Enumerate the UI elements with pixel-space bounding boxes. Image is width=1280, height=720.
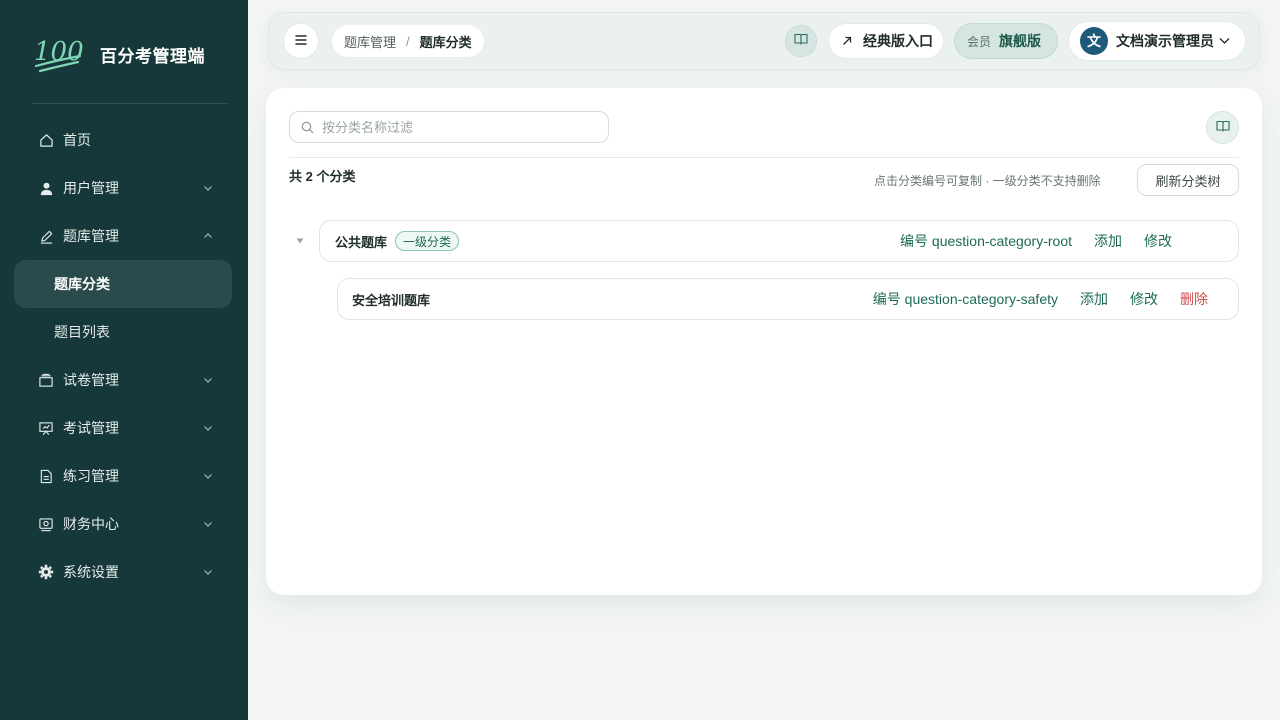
brand-title: 百分考管理端 — [100, 46, 205, 66]
add-button[interactable]: 添加 — [1094, 231, 1122, 251]
search-input[interactable] — [322, 119, 592, 135]
search-icon — [300, 120, 314, 134]
chevron-down-icon — [202, 182, 214, 194]
sidebar: 100 百分考管理端 首页 用户管理 题库管理 题库分类 题目列表 试卷管理 考… — [0, 0, 248, 720]
breadcrumb-separator: / — [406, 33, 410, 49]
breadcrumb-parent[interactable]: 题库管理 — [344, 32, 396, 51]
sidebar-item-finance[interactable]: 财务中心 — [14, 500, 232, 548]
category-name: 公共题库 — [335, 234, 388, 250]
chevron-down-icon — [202, 566, 214, 578]
sidebar-item-users[interactable]: 用户管理 — [14, 164, 232, 212]
member-tier: 旗舰版 — [999, 33, 1042, 49]
category-card: 共 2 个分类 点击分类编号可复制 · 一级分类不支持删除 刷新分类树 公共题库… — [266, 88, 1262, 595]
level-badge: 一级分类 — [395, 231, 460, 251]
category-code[interactable]: 编号 question-category-safety — [873, 289, 1058, 309]
sidebar-item-label: 题库管理 — [63, 228, 119, 244]
sidebar-item-label: 试卷管理 — [63, 372, 119, 388]
edit-button[interactable]: 修改 — [1130, 289, 1158, 309]
chevron-down-icon — [202, 422, 214, 434]
sidebar-item-settings[interactable]: 系统设置 — [14, 548, 232, 596]
classic-version-button[interactable]: 经典版入口 — [828, 23, 944, 59]
sidebar-item-label: 首页 — [63, 132, 91, 148]
user-menu[interactable]: 文 文档演示管理员 — [1068, 21, 1246, 61]
arrow-up-right-icon — [841, 35, 853, 47]
sidebar-nav: 首页 用户管理 题库管理 题库分类 题目列表 试卷管理 考试管理 练习管理 财务… — [14, 116, 232, 596]
home-icon — [38, 132, 54, 148]
book-icon — [1215, 119, 1230, 137]
row-actions: 编号 question-category-safety 添加 修改 删除 — [873, 279, 1208, 319]
caret-down-icon[interactable] — [295, 236, 305, 246]
document-icon — [38, 468, 54, 484]
sidebar-item-question-list[interactable]: 题目列表 — [14, 308, 232, 356]
menu-toggle-button[interactable] — [283, 23, 319, 59]
sidebar-item-label: 题目列表 — [54, 324, 110, 340]
sidebar-item-label: 考试管理 — [63, 420, 119, 436]
add-button[interactable]: 添加 — [1080, 289, 1108, 309]
avatar: 文 — [1080, 27, 1108, 55]
category-filter — [289, 111, 609, 143]
hamburger-icon — [295, 32, 307, 50]
delete-button[interactable]: 删除 — [1180, 289, 1208, 309]
category-count: 共 2 个分类 — [289, 169, 356, 184]
sidebar-item-label: 用户管理 — [63, 180, 119, 196]
row-actions: 编号 question-category-root 添加 修改 — [900, 221, 1172, 261]
user-name: 文档演示管理员 — [1116, 33, 1214, 49]
guide-button[interactable] — [1206, 111, 1239, 144]
brand[interactable]: 100 百分考管理端 — [32, 32, 205, 76]
finance-icon — [38, 516, 54, 532]
sidebar-item-home[interactable]: 首页 — [14, 116, 232, 164]
membership-badge[interactable]: 会员 旗舰版 — [954, 23, 1058, 59]
sidebar-item-label: 系统设置 — [63, 564, 119, 580]
brand-logo: 100 — [32, 34, 84, 74]
edit-icon — [38, 228, 54, 244]
member-label: 会员 — [967, 34, 992, 49]
category-name: 安全培训题库 — [352, 292, 431, 308]
chevron-down-icon — [1217, 34, 1231, 48]
chevron-down-icon — [202, 470, 214, 482]
sidebar-item-label: 练习管理 — [63, 468, 119, 484]
sidebar-item-exams[interactable]: 考试管理 — [14, 404, 232, 452]
divider — [289, 157, 1239, 158]
hint-text: 点击分类编号可复制 · 一级分类不支持删除 — [874, 174, 1101, 188]
sidebar-item-practice[interactable]: 练习管理 — [14, 452, 232, 500]
sidebar-item-label: 题库分类 — [54, 276, 110, 292]
gear-icon — [38, 564, 54, 580]
classic-version-label: 经典版入口 — [863, 33, 933, 49]
presentation-icon — [38, 420, 54, 436]
sidebar-item-label: 财务中心 — [63, 516, 119, 532]
paper-stack-icon — [38, 372, 54, 388]
chevron-down-icon — [202, 518, 214, 530]
tree-node-root[interactable]: 公共题库 一级分类 编号 question-category-root 添加 修… — [319, 220, 1239, 262]
refresh-tree-button[interactable]: 刷新分类树 — [1137, 164, 1239, 196]
sidebar-item-question-bank[interactable]: 题库管理 — [14, 212, 232, 260]
category-code[interactable]: 编号 question-category-root — [900, 231, 1072, 251]
edit-button[interactable]: 修改 — [1144, 231, 1172, 251]
breadcrumb-current: 题库分类 — [419, 34, 472, 50]
book-icon — [794, 32, 808, 50]
tree-node-child[interactable]: 安全培训题库 编号 question-category-safety 添加 修改… — [337, 278, 1239, 320]
sidebar-item-question-category[interactable]: 题库分类 — [14, 260, 232, 308]
sidebar-item-papers[interactable]: 试卷管理 — [14, 356, 232, 404]
guide-button[interactable] — [785, 25, 817, 57]
user-icon — [38, 180, 54, 196]
chevron-up-icon — [202, 230, 214, 242]
top-header: 题库管理 / 题库分类 经典版入口 会员 旗舰版 文 文档演示管理员 — [268, 12, 1260, 70]
breadcrumb: 题库管理 / 题库分类 — [331, 24, 485, 58]
divider — [32, 103, 228, 104]
chevron-down-icon — [202, 374, 214, 386]
